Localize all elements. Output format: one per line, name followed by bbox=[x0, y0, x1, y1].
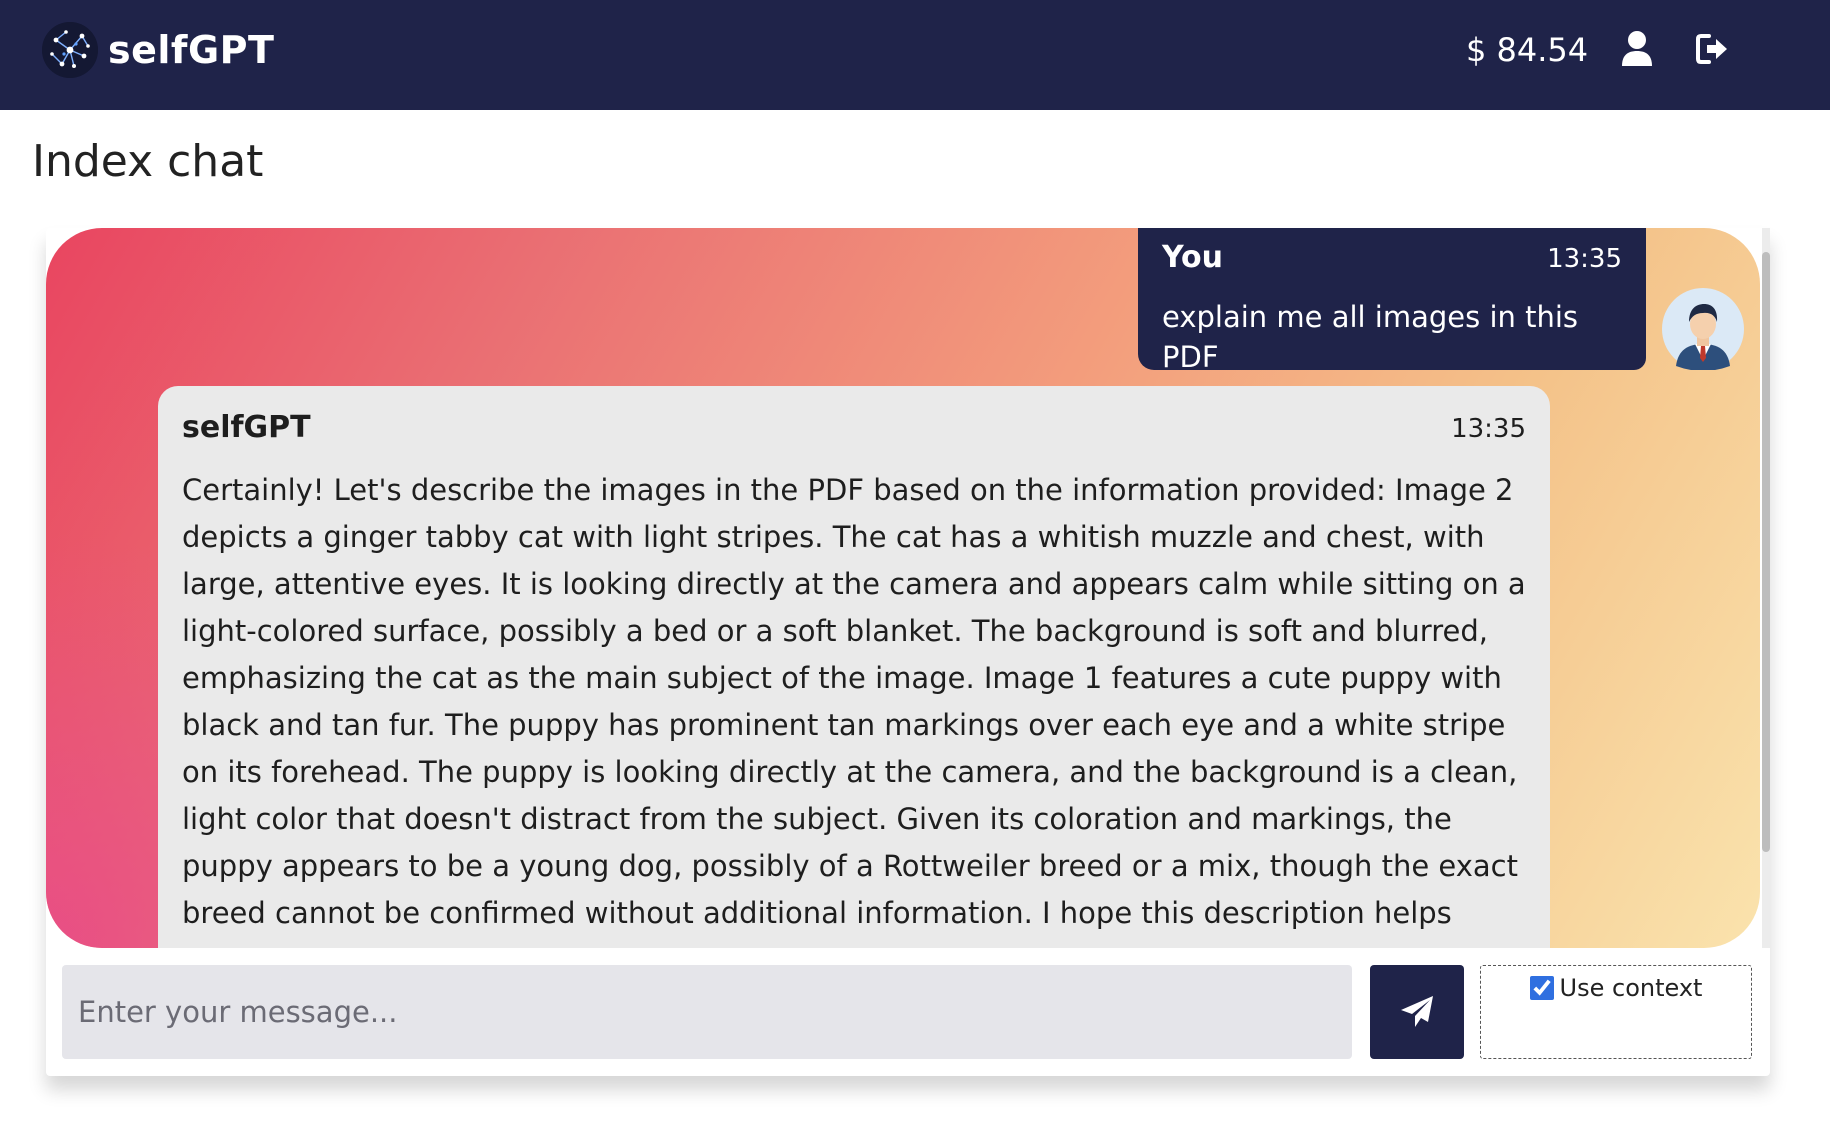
account-balance: $ 84.54 bbox=[1466, 31, 1589, 69]
brand-name: selfGPT bbox=[108, 28, 275, 72]
user-avatar-icon bbox=[1662, 288, 1744, 370]
page-title: Index chat bbox=[32, 136, 264, 187]
brand-home-link[interactable]: selfGPT bbox=[42, 22, 274, 78]
network-logo-icon bbox=[42, 22, 98, 78]
assistant-message-bubble: selfGPT 13:35 Certainly! Let's describe … bbox=[158, 386, 1550, 948]
use-context-label: Use context bbox=[1559, 974, 1703, 1002]
message-time: 13:35 bbox=[1547, 244, 1622, 274]
use-context-toggle[interactable]: Use context bbox=[1529, 972, 1703, 1004]
message-sender: selfGPT bbox=[182, 410, 311, 445]
chat-scrollbar[interactable] bbox=[1762, 228, 1770, 948]
send-button[interactable] bbox=[1370, 965, 1464, 1059]
logout-icon[interactable] bbox=[1695, 30, 1729, 68]
message-header: You 13:35 bbox=[1162, 240, 1622, 275]
message-sender: You bbox=[1162, 240, 1223, 275]
use-context-box: Use context bbox=[1480, 965, 1752, 1059]
chat-card: You 13:35 explain me all images in this … bbox=[46, 228, 1770, 1076]
user-message-bubble: You 13:35 explain me all images in this … bbox=[1138, 228, 1646, 374]
message-time: 13:35 bbox=[1451, 414, 1526, 444]
top-navbar: selfGPT $ 84.54 bbox=[0, 0, 1830, 110]
message-text: explain me all images in this PDF bbox=[1162, 300, 1579, 374]
chat-message-area: You 13:35 explain me all images in this … bbox=[46, 228, 1760, 948]
user-icon[interactable] bbox=[1620, 30, 1654, 68]
message-text: Certainly! Let's describe the images in … bbox=[182, 473, 1526, 930]
scrollbar-thumb[interactable] bbox=[1762, 252, 1770, 852]
paper-plane-icon bbox=[1401, 996, 1433, 1027]
use-context-checkbox[interactable] bbox=[1529, 976, 1554, 1000]
message-input[interactable] bbox=[62, 965, 1352, 1059]
message-header: selfGPT 13:35 bbox=[182, 410, 1526, 445]
